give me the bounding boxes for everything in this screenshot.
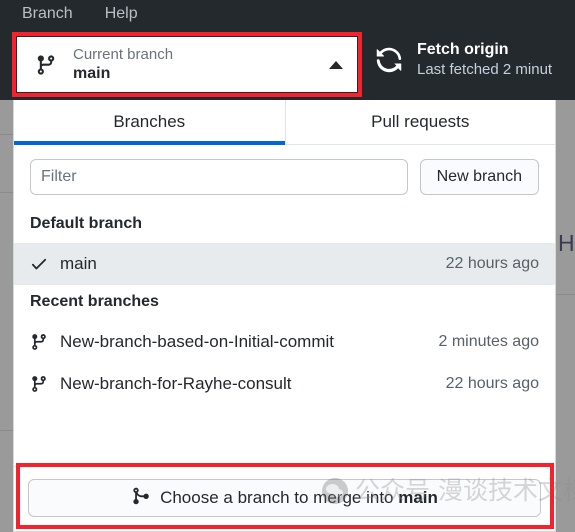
branch-row-label: New-branch-for-Rayhe-consult [60,374,292,393]
github-desktop-window: H Branch Help Current branch main Fetch … [0,0,575,532]
filter-input[interactable] [30,159,408,195]
fetch-origin-button[interactable]: Fetch origin Last fetched 2 minut [375,40,552,79]
app-backdrop-left [0,28,13,532]
menu-bar: Branch Help [0,0,575,28]
tab-pull-requests[interactable]: Pull requests [284,100,555,144]
current-branch-button[interactable]: Current branch main [17,37,357,92]
current-branch-name: main [73,64,111,82]
group-header-recent-branches: Recent branches [30,293,159,310]
fetch-origin-title: Fetch origin [417,41,509,58]
branch-row-time: 2 minutes ago [438,333,539,350]
branch-row-main[interactable]: main 22 hours ago [14,243,555,285]
current-branch-texts: Current branch main [73,46,319,84]
git-branch-icon [30,332,56,352]
popup-tabs: Branches Pull requests [14,100,555,145]
current-branch-caption: Current branch [73,45,174,63]
backdrop-partial-glyph: H [558,230,575,256]
merge-button-prefix: Choose a branch to merge into [160,488,399,507]
branch-row-label: New-branch-based-on-Initial-commit [60,332,334,351]
choose-branch-to-merge-button[interactable]: Choose a branch to merge into main [28,479,541,517]
branch-list: Default branch main 22 hours ago Recent … [14,207,555,405]
sync-icon [375,46,403,74]
group-header-default-branch: Default branch [30,215,143,232]
new-branch-button[interactable]: New branch [419,159,539,195]
menu-item-branch[interactable]: Branch [22,6,73,22]
branch-row-new-branch-for-rayhe-consult[interactable]: New-branch-for-Rayhe-consult 22 hours ag… [14,363,555,405]
merge-button-target: main [398,488,438,507]
merge-footer: Choose a branch to merge into main [14,466,555,531]
filter-row: New branch [14,145,555,207]
branch-dropdown-popup: Branches Pull requests New branch Defaul… [13,100,556,532]
chevron-up-icon [329,60,343,69]
git-merge-icon [131,486,150,511]
merge-button-label: Choose a branch to merge into main [160,488,438,508]
tab-branches[interactable]: Branches [14,100,285,145]
branch-row-label: main [60,254,97,273]
menu-item-help[interactable]: Help [105,6,138,22]
app-backdrop-right [556,100,575,532]
fetch-origin-subtitle: Last fetched 2 minut [417,61,553,78]
branch-row-time: 22 hours ago [445,375,539,392]
check-icon [30,255,56,273]
branch-row-time: 22 hours ago [445,255,539,272]
fetch-origin-texts: Fetch origin Last fetched 2 minut [417,40,552,79]
branch-row-new-branch-based-on-initial-commit[interactable]: New-branch-based-on-Initial-commit 2 min… [14,321,555,363]
git-branch-icon [30,374,56,394]
git-branch-icon [35,53,57,77]
